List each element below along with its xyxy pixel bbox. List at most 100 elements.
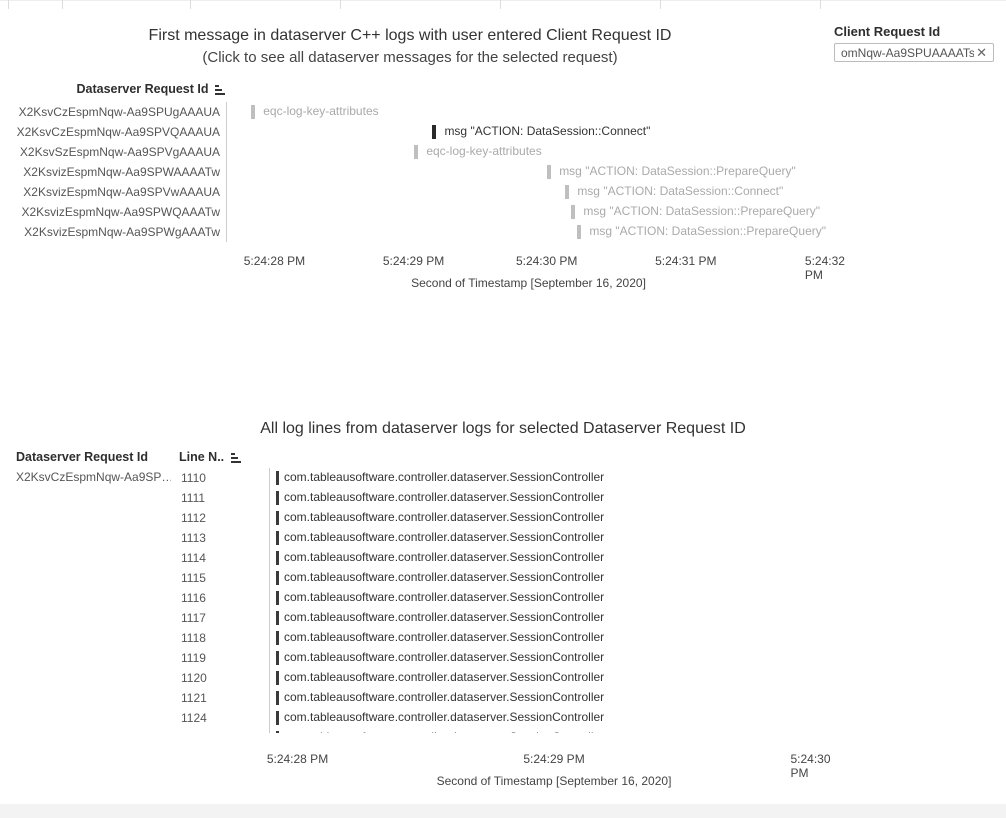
column-header-dataserver-request-id[interactable]: Dataserver Request Id <box>16 82 226 96</box>
table-row[interactable]: X2KsvCzEspmNqw-Aa9SPVQAAAUAmsg "ACTION: … <box>16 122 831 142</box>
table-row[interactable]: 1124com.tableausoftware.controller.datas… <box>179 708 839 728</box>
gantt-cell[interactable]: eqc-log-key-attributes <box>226 102 831 122</box>
line-number-cell[interactable]: 1112 <box>179 511 269 525</box>
table-row[interactable]: 1113com.tableausoftware.controller.datas… <box>179 528 839 548</box>
line-number-cell[interactable]: 1119 <box>179 651 269 665</box>
table-row[interactable]: 1125com.tableausoftware.controller.datas… <box>179 728 839 733</box>
gantt-mark[interactable] <box>276 591 279 605</box>
table-row[interactable]: 1115com.tableausoftware.controller.datas… <box>179 568 839 588</box>
gantt-mark[interactable] <box>276 651 279 665</box>
gantt-mark[interactable] <box>276 491 279 505</box>
mark-label: eqc-log-key-attributes <box>263 104 378 118</box>
gantt-cell[interactable]: com.tableausoftware.controller.dataserve… <box>269 528 839 548</box>
mark-label: com.tableausoftware.controller.dataserve… <box>284 470 604 484</box>
mark-label: com.tableausoftware.controller.dataserve… <box>284 690 604 704</box>
table-row[interactable]: 1117com.tableausoftware.controller.datas… <box>179 608 839 628</box>
line-number-cell[interactable]: 1120 <box>179 671 269 685</box>
gantt-cell[interactable]: com.tableausoftware.controller.dataserve… <box>269 688 839 708</box>
request-id-cell[interactable]: X2KsvCzEspmNqw-Aa9SPUgAAAUA <box>16 105 226 119</box>
gantt-mark[interactable] <box>571 205 575 219</box>
filter-chip[interactable]: omNqw-Aa9SPUAAAATs ✕ <box>834 43 994 62</box>
line-number-cell[interactable]: 1125 <box>179 731 269 733</box>
gantt-mark[interactable] <box>276 671 279 685</box>
table-row[interactable]: 1118com.tableausoftware.controller.datas… <box>179 628 839 648</box>
table-row[interactable]: X2KsvizEspmNqw-Aa9SPWgAAATwmsg "ACTION: … <box>16 222 831 242</box>
gantt-cell[interactable]: com.tableausoftware.controller.dataserve… <box>269 588 839 608</box>
gantt-cell[interactable]: eqc-log-key-attributes <box>226 142 831 162</box>
table-row[interactable]: X2KsvCzEspmNqw-Aa9SPUgAAAUA eqc-log-key-a… <box>16 102 831 122</box>
table-row[interactable]: 1114com.tableausoftware.controller.datas… <box>179 548 839 568</box>
sort-icon[interactable] <box>215 84 226 95</box>
table-row[interactable]: X2KsvizEspmNqw-Aa9SPWQAAATwmsg "ACTION: … <box>16 202 831 222</box>
table-row[interactable]: 1111com.tableausoftware.controller.datas… <box>179 488 839 508</box>
request-id-cell[interactable]: X2KsvizEspmNqw-Aa9SPWAAAATw <box>16 165 226 179</box>
gantt-cell[interactable]: msg "ACTION: DataSession::Connect" <box>226 182 831 202</box>
gantt-mark[interactable] <box>414 145 418 159</box>
column-header-dataserver-request-id[interactable]: Dataserver Request Id <box>16 450 148 464</box>
gantt-cell[interactable]: msg "ACTION: DataSession::PrepareQuery" <box>226 202 831 222</box>
column-header-line-number[interactable]: Line N.. <box>179 450 242 464</box>
line-number-cell[interactable]: 1114 <box>179 551 269 565</box>
gantt-cell[interactable]: com.tableausoftware.controller.dataserve… <box>269 508 839 528</box>
line-number-cell[interactable]: 1110 <box>179 471 269 485</box>
gantt-cell[interactable]: com.tableausoftware.controller.dataserve… <box>269 648 839 668</box>
gantt-mark[interactable] <box>276 551 279 565</box>
gantt-cell[interactable]: com.tableausoftware.controller.dataserve… <box>269 668 839 688</box>
gantt-cell[interactable]: com.tableausoftware.controller.dataserve… <box>269 548 839 568</box>
table-row[interactable]: 1121 com.tableausoftware.controller.datas… <box>179 688 839 708</box>
gantt-mark[interactable] <box>276 571 279 585</box>
request-id-cell[interactable]: X2KsvizEspmNqw-Aa9SPWQAAATw <box>16 205 226 219</box>
selected-request-id[interactable]: X2KsvCzEspmNqw-Aa9SP… <box>16 470 171 484</box>
gantt-mark[interactable] <box>276 531 279 545</box>
gantt-cell[interactable]: com.tableausoftware.controller.dataserve… <box>269 568 839 588</box>
gantt-mark[interactable] <box>276 471 279 485</box>
gantt-mark[interactable] <box>276 511 279 525</box>
line-number-cell[interactable]: 1116 <box>179 591 269 605</box>
line-number-cell[interactable]: 1111 <box>179 491 269 505</box>
gantt-cell[interactable]: msg "ACTION: DataSession::Connect" <box>226 122 831 142</box>
gantt-mark[interactable] <box>276 731 279 733</box>
chart-all-log-lines: Dataserver Request Id Line N.. X2KsvCzEs… <box>16 450 856 790</box>
sort-icon[interactable] <box>231 452 242 463</box>
gantt-mark[interactable] <box>565 185 569 199</box>
gantt-mark[interactable] <box>577 225 581 239</box>
table-row[interactable]: 1119 com.tableausoftware.controller.datas… <box>179 648 839 668</box>
line-number-cell[interactable]: 1115 <box>179 571 269 585</box>
line-number-cell[interactable]: 1117 <box>179 611 269 625</box>
line-number-cell[interactable]: 1121 <box>179 691 269 705</box>
request-id-cell[interactable]: X2KsvizEspmNqw-Aa9SPWgAAATw <box>16 225 226 239</box>
gantt-mark[interactable] <box>547 165 551 179</box>
mark-label: msg "ACTION: DataSession::Connect" <box>577 184 783 198</box>
request-id-cell[interactable]: X2KsvCzEspmNqw-Aa9SPVQAAAUA <box>16 125 226 139</box>
table-row[interactable]: 1112com.tableausoftware.controller.datas… <box>179 508 839 528</box>
axis-tick: 5:24:28 PM <box>244 254 305 268</box>
line-number-cell[interactable]: 1124 <box>179 711 269 725</box>
gantt-mark[interactable] <box>276 631 279 645</box>
gantt-mark[interactable] <box>251 105 255 119</box>
table-row[interactable]: 1116com.tableausoftware.controller.datas… <box>179 588 839 608</box>
gantt-mark[interactable] <box>276 611 279 625</box>
close-icon[interactable]: ✕ <box>974 45 989 61</box>
gantt-cell[interactable]: com.tableausoftware.controller.dataserve… <box>269 728 839 733</box>
gantt-cell[interactable]: com.tableausoftware.controller.dataserve… <box>269 468 839 488</box>
table-row[interactable]: 1110 com.tableausoftware.controller.datas… <box>179 468 839 488</box>
gantt-cell[interactable]: com.tableausoftware.controller.dataserve… <box>269 628 839 648</box>
table-row[interactable]: 1120com.tableausoftware.controller.datas… <box>179 668 839 688</box>
log-lines-scroll[interactable]: 1110com.tableausoftware.controller.datas… <box>179 468 839 733</box>
request-id-cell[interactable]: X2KsvizEspmNqw-Aa9SPVwAAAUA <box>16 185 226 199</box>
request-id-cell[interactable]: X2KsvSzEspmNqw-Aa9SPVgAAAUA <box>16 145 226 159</box>
gantt-mark[interactable] <box>432 125 436 139</box>
gantt-mark[interactable] <box>276 711 279 725</box>
line-number-cell[interactable]: 1113 <box>179 531 269 545</box>
table-row[interactable]: X2KsvizEspmNqw-Aa9SPVwAAAUA msg "ACTION: … <box>16 182 831 202</box>
mark-label: com.tableausoftware.controller.dataserve… <box>284 650 604 664</box>
gantt-cell[interactable]: msg "ACTION: DataSession::PrepareQuery" <box>226 222 831 242</box>
gantt-mark[interactable] <box>276 691 279 705</box>
line-number-cell[interactable]: 1118 <box>179 631 269 645</box>
gantt-cell[interactable]: com.tableausoftware.controller.dataserve… <box>269 488 839 508</box>
gantt-cell[interactable]: com.tableausoftware.controller.dataserve… <box>269 708 839 728</box>
table-row[interactable]: X2KsvizEspmNqw-Aa9SPWAAAATwmsg "ACTION: … <box>16 162 831 182</box>
table-row[interactable]: X2KsvSzEspmNqw-Aa9SPVgAAAUAeqc-log-key-a… <box>16 142 831 162</box>
gantt-cell[interactable]: msg "ACTION: DataSession::PrepareQuery" <box>226 162 831 182</box>
gantt-cell[interactable]: com.tableausoftware.controller.dataserve… <box>269 608 839 628</box>
